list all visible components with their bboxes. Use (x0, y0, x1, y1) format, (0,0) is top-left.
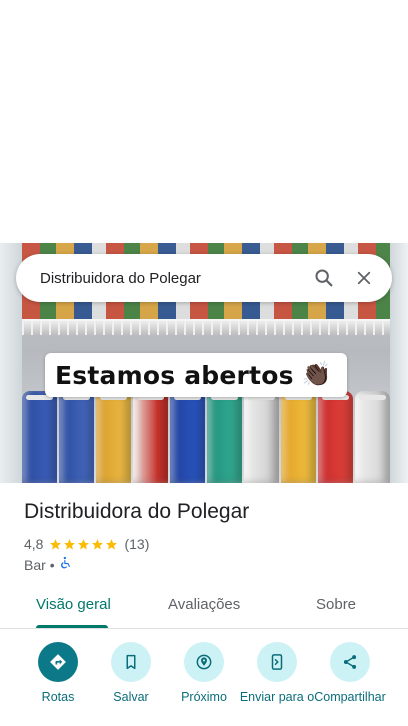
save-label: Salvar (113, 690, 149, 704)
star-icon (64, 538, 76, 549)
fridge-frame-right (390, 243, 408, 483)
place-tabs: Visão geral Avaliações Sobre (0, 586, 408, 629)
separator-dot: • (49, 556, 55, 573)
place-category: Bar (24, 556, 46, 573)
bookmark-icon[interactable] (111, 642, 151, 682)
send-to-phone-label: Enviar para o (239, 690, 315, 704)
wheelchair-icon (59, 556, 73, 573)
fridge-rack (22, 319, 390, 335)
star-icon (78, 538, 90, 549)
star-icon (106, 538, 118, 549)
directions-label: Rotas (41, 690, 75, 704)
photo-banner: Estamos abertos 👏🏿 (45, 353, 347, 397)
review-count: (13) (124, 536, 150, 552)
tab-reviews[interactable]: Avaliações (168, 596, 240, 613)
nearby-icon[interactable] (184, 642, 224, 682)
share-label: Compartilhar (314, 690, 386, 704)
send-to-phone-icon[interactable] (257, 642, 297, 682)
place-title: Distribuidora do Polegar (24, 500, 250, 523)
search-icon[interactable] (304, 254, 344, 302)
directions-button[interactable]: Rotas (19, 642, 97, 704)
clapping-hands-icon: 👏🏿 (301, 361, 332, 388)
tab-about[interactable]: Sobre (316, 596, 356, 613)
category-row: Bar • (24, 556, 73, 573)
nearby-label: Próximo (181, 690, 227, 704)
share-button[interactable]: Compartilhar (311, 642, 389, 704)
tab-overview[interactable]: Visão geral (36, 596, 111, 613)
star-icon (92, 538, 104, 549)
save-button[interactable]: Salvar (92, 642, 170, 704)
star-icon (50, 538, 62, 549)
search-bar[interactable]: Distribuidora do Polegar (16, 254, 392, 302)
directions-icon[interactable] (38, 642, 78, 682)
send-to-phone-button[interactable]: Enviar para o (238, 642, 316, 704)
search-input[interactable]: Distribuidora do Polegar (16, 270, 304, 287)
fridge-cans (22, 391, 390, 483)
map-area[interactable] (0, 0, 408, 243)
nearby-button[interactable]: Próximo (165, 642, 243, 704)
banner-text: Estamos abertos (55, 360, 294, 390)
share-icon[interactable] (330, 642, 370, 682)
rating-row[interactable]: 4,8 (13) (24, 536, 149, 552)
close-icon[interactable] (344, 254, 384, 302)
rating-value: 4,8 (24, 536, 44, 552)
tab-indicator (36, 625, 108, 628)
rating-stars (49, 538, 119, 551)
